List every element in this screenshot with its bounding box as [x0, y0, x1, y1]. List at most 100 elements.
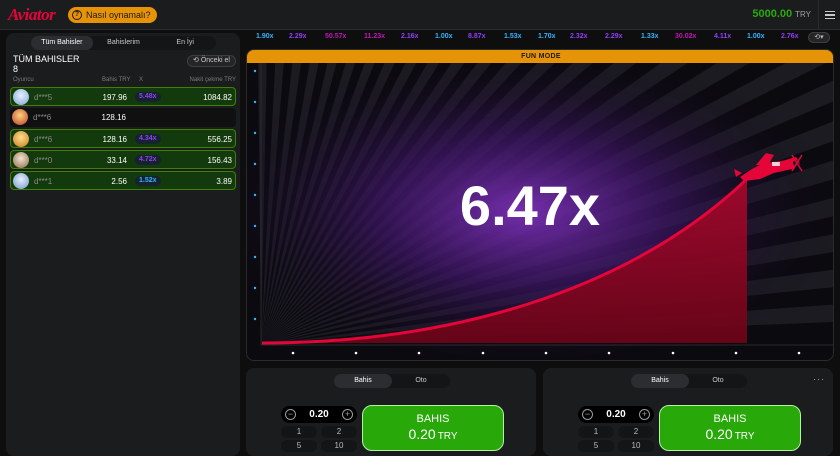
avatar [13, 89, 29, 105]
how-to-play-label: Nasıl oynamalı? [86, 10, 151, 20]
col-bet: Bahis TRY [102, 77, 131, 83]
all-bets-count: 8 [13, 64, 19, 74]
history-item[interactable]: 2.32x [570, 33, 588, 40]
quick-amount-2[interactable]: 2 [618, 426, 654, 438]
bet-multiplier: 1.52x [135, 176, 161, 186]
quick-amount-5[interactable]: 5 [281, 440, 317, 452]
bet-amount-stepper: − 0.20 + [578, 406, 654, 423]
history-item[interactable]: 2.76x [781, 33, 799, 40]
balance-amount: 5000.00 [752, 8, 793, 20]
multiplier-history: 1.90x 2.29x 50.57x 11.23x 2.16x 1.00x 8.… [248, 31, 808, 45]
balance-currency: TRY [795, 10, 811, 19]
bet-user: d***6 [34, 135, 53, 144]
history-icon: ⟲▾ [814, 34, 824, 41]
bet-panel-2: Bahis Oto ··· − 0.20 + 1 2 5 10 BAHIS 0.… [543, 368, 833, 456]
history-item[interactable]: 50.57x [325, 33, 346, 40]
bet-multiplier: 4.72x [135, 155, 161, 165]
history-item[interactable]: 1.90x [256, 33, 274, 40]
tab-auto[interactable]: Oto [689, 374, 747, 388]
bet-user: d***6 [33, 113, 52, 122]
how-to-play-button[interactable]: ? Nasıl oynamalı? [68, 7, 157, 23]
plus-icon[interactable]: + [639, 409, 650, 420]
bet-row: d***6 128.16 4.34x 556.25 [10, 129, 236, 148]
avatar [13, 173, 29, 189]
quick-amount-2[interactable]: 2 [321, 426, 357, 438]
bet-multiplier: 5.48x [135, 92, 161, 102]
tab-bet[interactable]: Bahis [631, 374, 689, 388]
bet-amount: 197.96 [102, 93, 127, 102]
bet-user: d***5 [34, 93, 53, 102]
tab-top[interactable]: En İyi [154, 36, 216, 50]
bet-user: d***1 [34, 177, 53, 186]
avatar [12, 109, 28, 125]
bet-mode-tabs: Bahis Oto [334, 374, 450, 388]
history-item[interactable]: 2.29x [289, 33, 307, 40]
bet-button-amount: 0.20 [705, 426, 733, 442]
bet-amount-stepper: − 0.20 + [281, 406, 357, 423]
current-multiplier: 6.47x [459, 174, 601, 237]
history-item[interactable]: 1.70x [538, 33, 556, 40]
avatar [13, 131, 29, 147]
bet-row: d***1 2.56 1.52x 3.89 [10, 171, 236, 190]
bets-panel: Tüm Bahisler Bahislerim En İyi TÜM BAHIS… [6, 33, 240, 456]
history-item[interactable]: 11.23x [364, 33, 385, 40]
history-item[interactable]: 1.00x [747, 33, 765, 40]
bet-amount: 128.16 [101, 113, 126, 122]
history-item[interactable]: 8.87x [468, 33, 486, 40]
bet-cashout: 556.25 [207, 135, 232, 144]
game-area: FUN MODE 6.47x [246, 49, 834, 361]
tab-my-bets[interactable]: Bahislerim [93, 36, 155, 50]
history-item[interactable]: 2.16x [401, 33, 419, 40]
history-icon: ⟲ [192, 57, 199, 64]
bet-row: d***5 197.96 5.48x 1084.82 [10, 87, 236, 106]
bet-button-currency: TRY [437, 431, 458, 442]
bet-button-amount: 0.20 [408, 426, 436, 442]
balance: 5000.00 TRY [752, 8, 811, 20]
tab-all-bets[interactable]: Tüm Bahisler [31, 36, 93, 50]
bet-amount: 2.56 [111, 177, 127, 186]
col-x: X [139, 77, 144, 83]
history-item[interactable]: 1.53x [504, 33, 522, 40]
bet-amount: 33.14 [106, 156, 127, 165]
history-item[interactable]: 1.00x [435, 33, 453, 40]
history-item[interactable]: 30.02x [675, 33, 696, 40]
bets-column-header: Oyuncu Bahis TRY X Nakit çekme TRY [13, 77, 236, 86]
bet-mode-tabs: Bahis Oto [631, 374, 747, 388]
hamburger-icon[interactable] [818, 0, 840, 30]
history-item[interactable]: 2.29x [605, 33, 623, 40]
previous-round-label: Önceki el [200, 57, 230, 64]
bet-button-label: BAHIS [416, 413, 450, 425]
bet-cashout: 156.43 [207, 156, 232, 165]
quick-amount-10[interactable]: 10 [321, 440, 357, 452]
bet-button-label: BAHIS [713, 413, 747, 425]
place-bet-button[interactable]: BAHIS 0.20 TRY [362, 405, 504, 451]
all-bets-title: TÜM BAHISLER [13, 54, 80, 64]
question-icon: ? [72, 10, 82, 20]
bet-cashout: 3.89 [216, 177, 232, 186]
previous-round-button[interactable]: ⟲ Önceki el [186, 55, 236, 67]
bet-multiplier: 4.34x [135, 134, 161, 144]
place-bet-button[interactable]: BAHIS 0.20 TRY [659, 405, 801, 451]
bet-panel-1: Bahis Oto − 0.20 + 1 2 5 10 BAHIS 0.20 TR… [246, 368, 536, 456]
history-item[interactable]: 4.11x [714, 33, 731, 40]
tab-auto[interactable]: Oto [392, 374, 450, 388]
history-item[interactable]: 1.33x [641, 33, 659, 40]
quick-amount-5[interactable]: 5 [578, 440, 614, 452]
more-options-icon[interactable]: ··· [813, 374, 825, 384]
bet-row: d***0 33.14 4.72x 156.43 [10, 150, 236, 169]
tab-bet[interactable]: Bahis [334, 374, 392, 388]
quick-amount-1[interactable]: 1 [578, 426, 614, 438]
quick-amount-10[interactable]: 10 [618, 440, 654, 452]
avatar [13, 152, 29, 168]
fun-mode-banner: FUN MODE [247, 50, 833, 63]
plus-icon[interactable]: + [342, 409, 353, 420]
col-player: Oyuncu [13, 77, 34, 83]
bet-cashout: 1084.82 [203, 93, 232, 102]
bet-row: d***6 128.16 [10, 108, 236, 127]
quick-amount-1[interactable]: 1 [281, 426, 317, 438]
bet-user: d***0 [34, 156, 53, 165]
top-bar: Aviator ? Nasıl oynamalı? 5000.00 TRY [0, 0, 840, 30]
bets-list: d***5 197.96 5.48x 1084.82 d***6 128.16 … [10, 87, 236, 192]
history-toggle-button[interactable]: ⟲▾ [808, 32, 830, 43]
bets-tabs: Tüm Bahisler Bahislerim En İyi [31, 36, 216, 50]
